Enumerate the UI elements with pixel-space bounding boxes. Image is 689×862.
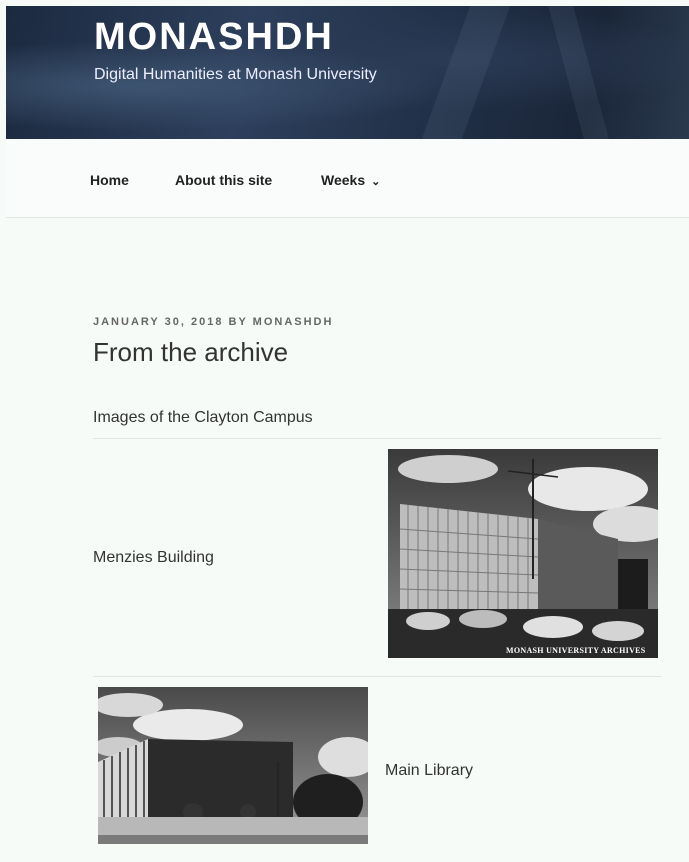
site-description: Digital Humanities at Monash University — [94, 66, 377, 83]
banner-decoration — [548, 6, 609, 139]
nav-item-weeks-label: Weeks — [321, 172, 366, 188]
site-title[interactable]: MONASHDH — [94, 16, 334, 59]
gallery-caption: Menzies Building — [93, 549, 214, 566]
post-meta: JANUARY 30, 2018 BY MONASHDH — [93, 316, 333, 328]
main-library-photo[interactable] — [98, 687, 368, 844]
site-header-banner: MONASHDH Digital Humanities at Monash Un… — [6, 6, 689, 139]
main-navigation: Home About this site Weeks ⌄ — [6, 139, 689, 218]
post-by: BY — [228, 316, 248, 328]
nav-item-weeks[interactable]: Weeks ⌄ — [321, 172, 380, 188]
post-date[interactable]: JANUARY 30, 2018 — [93, 316, 223, 328]
archive-watermark: MONASH UNIVERSITY ARCHIVES — [506, 646, 646, 655]
menzies-building-photo[interactable]: MONASH UNIVERSITY ARCHIVES — [388, 449, 658, 658]
post-title: From the archive — [93, 337, 289, 367]
post-author[interactable]: MONASHDH — [253, 316, 334, 328]
banner-decoration — [421, 6, 511, 139]
divider — [93, 438, 661, 439]
nav-item-home[interactable]: Home — [90, 172, 129, 188]
divider — [93, 676, 661, 677]
chevron-down-icon: ⌄ — [371, 176, 381, 188]
post-subtitle: Images of the Clayton Campus — [93, 409, 313, 426]
gallery-caption: Main Library — [385, 762, 474, 779]
nav-item-about[interactable]: About this site — [175, 172, 272, 188]
